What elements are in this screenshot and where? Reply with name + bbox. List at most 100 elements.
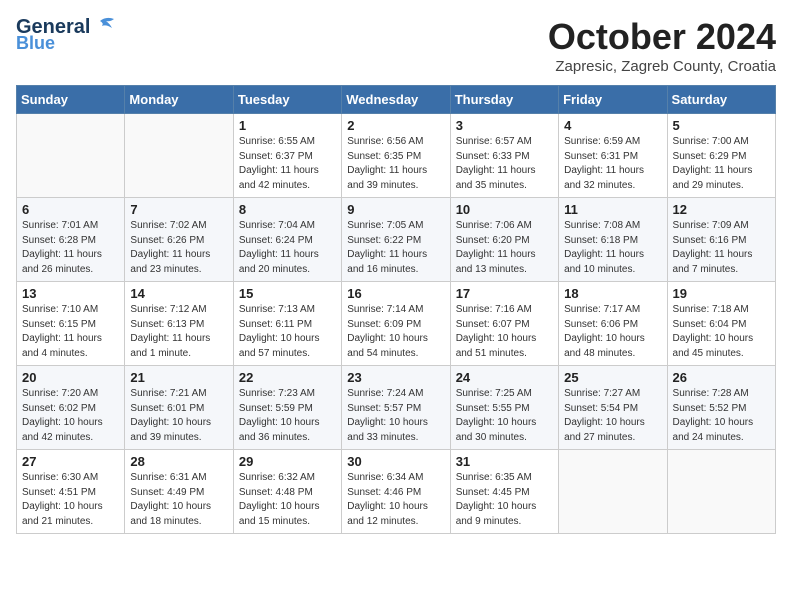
calendar-cell: 1 Sunrise: 6:55 AMSunset: 6:37 PMDaylight…	[233, 114, 341, 198]
day-number: 7	[130, 202, 227, 217]
calendar-cell: 28 Sunrise: 6:31 AMSunset: 4:49 PMDayligh…	[125, 450, 233, 534]
day-number: 4	[564, 118, 661, 133]
calendar-cell: 26 Sunrise: 7:28 AMSunset: 5:52 PMDayligh…	[667, 366, 775, 450]
header-sunday: Sunday	[17, 86, 125, 114]
day-info: Sunrise: 7:04 AMSunset: 6:24 PMDaylight:…	[239, 219, 336, 277]
day-info: Sunrise: 6:56 AMSunset: 6:35 PMDaylight:…	[347, 135, 444, 193]
day-info: Sunrise: 7:28 AMSunset: 5:52 PMDaylight:…	[673, 387, 770, 445]
day-number: 20	[22, 370, 119, 385]
calendar-header: Sunday Monday Tuesday Wednesday Thursday…	[17, 86, 776, 114]
calendar-cell: 29 Sunrise: 6:32 AMSunset: 4:48 PMDayligh…	[233, 450, 341, 534]
day-number: 1	[239, 118, 336, 133]
day-number: 14	[130, 286, 227, 301]
calendar-week-2: 6Sunrise: 7:01 AMSunset: 6:28 PMDaylight…	[17, 198, 776, 282]
header-tuesday: Tuesday	[233, 86, 341, 114]
logo-blue: Blue	[16, 34, 55, 54]
calendar-cell: 11Sunrise: 7:08 AMSunset: 6:18 PMDayligh…	[559, 198, 667, 282]
header-wednesday: Wednesday	[342, 86, 450, 114]
page-header: General Blue October 2024 Zapresic, Zagr…	[16, 16, 776, 75]
day-number: 19	[673, 286, 770, 301]
day-number: 26	[673, 370, 770, 385]
day-info: Sunrise: 6:32 AMSunset: 4:48 PMDaylight:…	[239, 471, 336, 529]
logo-bird-icon	[92, 16, 114, 34]
day-info: Sunrise: 7:12 AMSunset: 6:13 PMDaylight:…	[130, 303, 227, 361]
logo: General Blue	[16, 16, 114, 54]
day-number: 5	[673, 118, 770, 133]
day-info: Sunrise: 6:57 AMSunset: 6:33 PMDaylight:…	[456, 135, 553, 193]
day-number: 27	[22, 454, 119, 469]
day-number: 8	[239, 202, 336, 217]
calendar-cell: 3Sunrise: 6:57 AMSunset: 6:33 PMDaylight…	[450, 114, 558, 198]
day-info: Sunrise: 7:20 AMSunset: 6:02 PMDaylight:…	[22, 387, 119, 445]
calendar-cell: 4Sunrise: 6:59 AMSunset: 6:31 PMDaylight…	[559, 114, 667, 198]
calendar-cell: 6Sunrise: 7:01 AMSunset: 6:28 PMDaylight…	[17, 198, 125, 282]
calendar-cell: 16 Sunrise: 7:14 AMSunset: 6:09 PMDayligh…	[342, 282, 450, 366]
day-number: 18	[564, 286, 661, 301]
calendar-cell: 30Sunrise: 6:34 AMSunset: 4:46 PMDayligh…	[342, 450, 450, 534]
day-number: 23	[347, 370, 444, 385]
calendar-week-4: 20 Sunrise: 7:20 AMSunset: 6:02 PMDayligh…	[17, 366, 776, 450]
calendar-cell: 7 Sunrise: 7:02 AMSunset: 6:26 PMDaylight…	[125, 198, 233, 282]
calendar-cell: 14 Sunrise: 7:12 AMSunset: 6:13 PMDayligh…	[125, 282, 233, 366]
day-number: 10	[456, 202, 553, 217]
calendar-table: Sunday Monday Tuesday Wednesday Thursday…	[16, 85, 776, 534]
calendar-cell: 9Sunrise: 7:05 AMSunset: 6:22 PMDaylight…	[342, 198, 450, 282]
day-info: Sunrise: 7:08 AMSunset: 6:18 PMDaylight:…	[564, 219, 661, 277]
calendar-cell: 2 Sunrise: 6:56 AMSunset: 6:35 PMDaylight…	[342, 114, 450, 198]
calendar-cell: 12 Sunrise: 7:09 AMSunset: 6:16 PMDayligh…	[667, 198, 775, 282]
day-info: Sunrise: 7:14 AMSunset: 6:09 PMDaylight:…	[347, 303, 444, 361]
day-number: 2	[347, 118, 444, 133]
day-info: Sunrise: 7:06 AMSunset: 6:20 PMDaylight:…	[456, 219, 553, 277]
calendar-cell: 17 Sunrise: 7:16 AMSunset: 6:07 PMDayligh…	[450, 282, 558, 366]
calendar-cell: 8 Sunrise: 7:04 AMSunset: 6:24 PMDaylight…	[233, 198, 341, 282]
calendar-cell: 22 Sunrise: 7:23 AMSunset: 5:59 PMDayligh…	[233, 366, 341, 450]
day-info: Sunrise: 7:05 AMSunset: 6:22 PMDaylight:…	[347, 219, 444, 277]
calendar-cell: 21Sunrise: 7:21 AMSunset: 6:01 PMDayligh…	[125, 366, 233, 450]
day-info: Sunrise: 6:35 AMSunset: 4:45 PMDaylight:…	[456, 471, 553, 529]
month-title: October 2024	[548, 16, 776, 58]
day-number: 12	[673, 202, 770, 217]
calendar-cell: 18 Sunrise: 7:17 AMSunset: 6:06 PMDayligh…	[559, 282, 667, 366]
calendar-cell: 25Sunrise: 7:27 AMSunset: 5:54 PMDayligh…	[559, 366, 667, 450]
day-number: 24	[456, 370, 553, 385]
day-number: 6	[22, 202, 119, 217]
calendar-week-5: 27Sunrise: 6:30 AMSunset: 4:51 PMDayligh…	[17, 450, 776, 534]
day-number: 30	[347, 454, 444, 469]
calendar-cell	[17, 114, 125, 198]
calendar-cell	[559, 450, 667, 534]
calendar-cell: 13 Sunrise: 7:10 AMSunset: 6:15 PMDayligh…	[17, 282, 125, 366]
day-number: 29	[239, 454, 336, 469]
day-number: 28	[130, 454, 227, 469]
day-info: Sunrise: 6:55 AMSunset: 6:37 PMDaylight:…	[239, 135, 336, 193]
day-number: 15	[239, 286, 336, 301]
calendar-cell: 23 Sunrise: 7:24 AMSunset: 5:57 PMDayligh…	[342, 366, 450, 450]
calendar-cell: 15 Sunrise: 7:13 AMSunset: 6:11 PMDayligh…	[233, 282, 341, 366]
day-info: Sunrise: 6:31 AMSunset: 4:49 PMDaylight:…	[130, 471, 227, 529]
calendar-cell	[667, 450, 775, 534]
day-number: 17	[456, 286, 553, 301]
day-number: 22	[239, 370, 336, 385]
calendar-week-3: 13 Sunrise: 7:10 AMSunset: 6:15 PMDayligh…	[17, 282, 776, 366]
weekday-row: Sunday Monday Tuesday Wednesday Thursday…	[17, 86, 776, 114]
day-info: Sunrise: 7:09 AMSunset: 6:16 PMDaylight:…	[673, 219, 770, 277]
day-info: Sunrise: 7:17 AMSunset: 6:06 PMDaylight:…	[564, 303, 661, 361]
day-info: Sunrise: 7:23 AMSunset: 5:59 PMDaylight:…	[239, 387, 336, 445]
calendar-cell: 24 Sunrise: 7:25 AMSunset: 5:55 PMDayligh…	[450, 366, 558, 450]
day-number: 31	[456, 454, 553, 469]
calendar-week-1: 1 Sunrise: 6:55 AMSunset: 6:37 PMDaylight…	[17, 114, 776, 198]
calendar-body: 1 Sunrise: 6:55 AMSunset: 6:37 PMDaylight…	[17, 114, 776, 534]
day-info: Sunrise: 7:13 AMSunset: 6:11 PMDaylight:…	[239, 303, 336, 361]
calendar-cell: 20 Sunrise: 7:20 AMSunset: 6:02 PMDayligh…	[17, 366, 125, 450]
day-info: Sunrise: 7:10 AMSunset: 6:15 PMDaylight:…	[22, 303, 119, 361]
calendar-cell: 5Sunrise: 7:00 AMSunset: 6:29 PMDaylight…	[667, 114, 775, 198]
day-info: Sunrise: 7:25 AMSunset: 5:55 PMDaylight:…	[456, 387, 553, 445]
day-number: 16	[347, 286, 444, 301]
day-info: Sunrise: 7:27 AMSunset: 5:54 PMDaylight:…	[564, 387, 661, 445]
day-number: 21	[130, 370, 227, 385]
day-info: Sunrise: 7:02 AMSunset: 6:26 PMDaylight:…	[130, 219, 227, 277]
location: Zapresic, Zagreb County, Croatia	[548, 58, 776, 75]
day-info: Sunrise: 7:24 AMSunset: 5:57 PMDaylight:…	[347, 387, 444, 445]
day-info: Sunrise: 7:16 AMSunset: 6:07 PMDaylight:…	[456, 303, 553, 361]
header-monday: Monday	[125, 86, 233, 114]
day-number: 13	[22, 286, 119, 301]
